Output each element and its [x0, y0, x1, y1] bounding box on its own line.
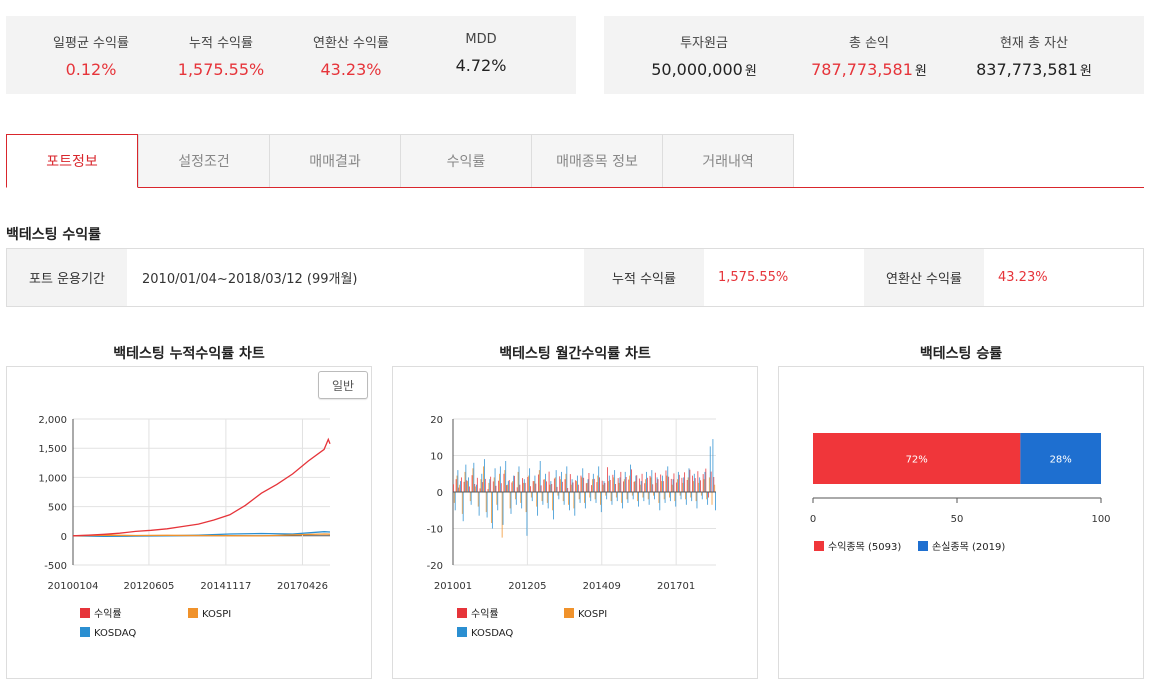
period-value: 2010/01/04~2018/03/12 (99개월): [142, 272, 358, 287]
stat-unit: 원: [744, 64, 757, 79]
tab-settings[interactable]: 설정조건: [138, 134, 270, 187]
stat-value: 0.12%: [65, 60, 117, 79]
stat-value: 43.23%: [320, 60, 382, 79]
chart2-title: 백테스팅 월간수익률 차트: [499, 346, 651, 362]
stat-value: 1,575.55%: [177, 60, 265, 79]
stat-mdd: MDD 4.72%: [421, 32, 541, 75]
cum-return-label: 누적 수익률: [584, 249, 704, 306]
stat-number: 837,773,581: [976, 60, 1078, 79]
stat-label: 총 손익: [848, 36, 889, 51]
ann-return-value: 43.23%: [998, 270, 1048, 285]
chart2-container: [392, 366, 758, 679]
cum-return-value: 1,575.55%: [718, 270, 789, 285]
summary-panel-right: 투자원금 50,000,000 원 총 손익 787,773,581 원 현재 총 …: [604, 16, 1144, 94]
stat-principal: 투자원금 50,000,000 원: [634, 32, 774, 79]
stat-label: 일평균 수익률: [53, 36, 129, 51]
chart1-container: [6, 366, 372, 679]
tab-returns[interactable]: 수익률: [400, 134, 532, 187]
section-title: 백테스팅 수익률: [6, 227, 102, 243]
stat-number: 50,000,000: [651, 60, 743, 79]
ann-return-label: 연환산 수익률: [864, 249, 984, 306]
stat-unit: 원: [914, 64, 927, 79]
tab-port-info[interactable]: 포트정보: [6, 134, 138, 188]
stat-label: 현재 총 자산: [999, 36, 1069, 51]
chart3-title: 백테스팅 승률: [919, 346, 1003, 362]
stat-label: 누적 수익률: [189, 36, 253, 51]
period-label: 포트 운용기간: [7, 249, 127, 306]
tab-trade-results[interactable]: 매매결과: [269, 134, 401, 187]
stat-annualized-return: 연환산 수익률 43.23%: [291, 32, 411, 79]
tab-stock-info[interactable]: 매매종목 정보: [531, 134, 663, 187]
stat-cumulative-return: 누적 수익률 1,575.55%: [161, 32, 281, 79]
chart-mode-button[interactable]: 일반: [318, 371, 368, 399]
stat-value: 50,000,000 원: [634, 60, 774, 79]
stat-daily-return: 일평균 수익률 0.12%: [31, 32, 151, 79]
backtest-info-table: 포트 운용기간 2010/01/04~2018/03/12 (99개월) 누적 …: [6, 248, 1144, 307]
chart1-title: 백테스팅 누적수익률 차트: [113, 346, 265, 362]
stat-unit: 원: [1079, 64, 1092, 79]
stat-label: MDD: [465, 32, 497, 47]
stat-value: 4.72%: [455, 56, 507, 75]
stat-label: 연환산 수익률: [313, 36, 389, 51]
stat-value: 837,773,581 원: [959, 60, 1109, 79]
stat-total-pnl: 총 손익 787,773,581 원: [794, 32, 944, 79]
stat-number: 787,773,581: [811, 60, 913, 79]
tab-bar: 포트정보 설정조건 매매결과 수익률 매매종목 정보 거래내역: [6, 134, 1144, 188]
stat-label: 투자원금: [680, 36, 728, 51]
stat-total-assets: 현재 총 자산 837,773,581 원: [959, 32, 1109, 79]
chart3-container: [778, 366, 1144, 679]
tab-trade-history[interactable]: 거래내역: [662, 134, 794, 187]
stat-value: 787,773,581 원: [794, 60, 944, 79]
summary-panel-left: 일평균 수익률 0.12% 누적 수익률 1,575.55% 연환산 수익률 4…: [6, 16, 576, 94]
